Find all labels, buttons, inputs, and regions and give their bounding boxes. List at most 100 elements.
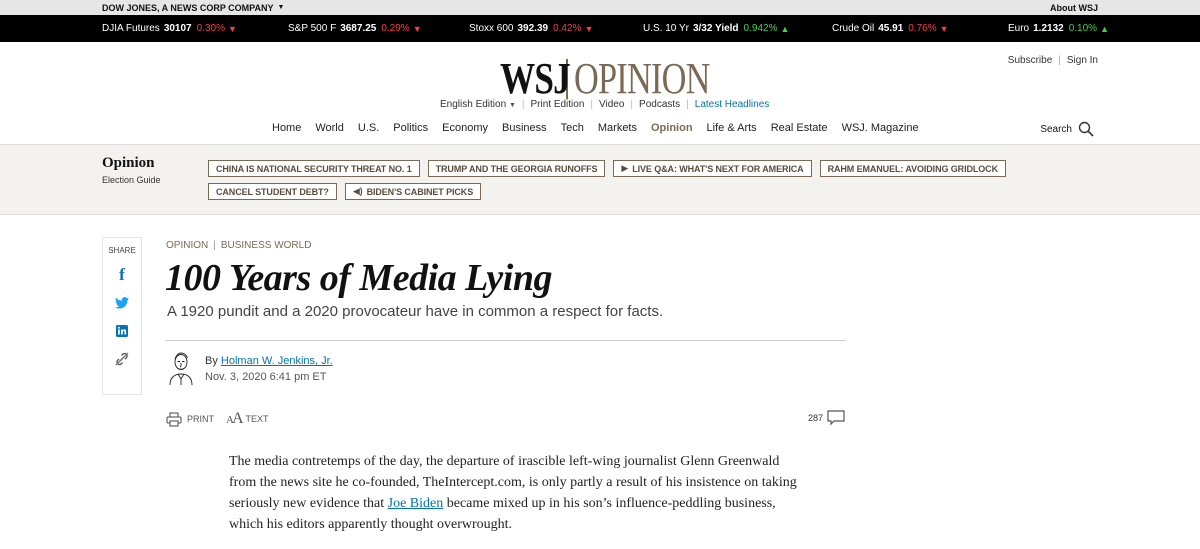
- sign-in-link[interactable]: Sign In: [1067, 55, 1098, 66]
- pill-label: BIDEN'S CABINET PICKS: [366, 186, 474, 197]
- arrow-down-icon: ▼: [227, 23, 237, 34]
- about-wsj-link[interactable]: About WSJ: [1050, 3, 1098, 13]
- topic-pill[interactable]: ◀) BIDEN'S CABINET PICKS: [344, 183, 482, 200]
- dow-jones-menu[interactable]: DOW JONES, A NEWS CORP COMPANY ▼: [102, 3, 284, 13]
- nav-item-economy[interactable]: Economy: [442, 122, 488, 134]
- text-label: TEXT: [245, 414, 269, 424]
- search-icon: [1078, 121, 1094, 137]
- topic-pill[interactable]: ▶ LIVE Q&A: WHAT'S NEXT FOR AMERICA: [613, 160, 812, 177]
- nav-item-business[interactable]: Business: [502, 122, 547, 134]
- publish-date: Nov. 3, 2020 6:41 pm ET: [205, 371, 327, 383]
- nav-item-home[interactable]: Home: [272, 122, 301, 134]
- divider: |: [630, 99, 634, 110]
- dow-jones-label: DOW JONES, A NEWS CORP COMPANY: [102, 2, 274, 13]
- ticker-name: Stoxx 600: [469, 23, 514, 34]
- ticker-value: 3/32 Yield: [692, 23, 739, 34]
- play-icon: ▶: [621, 163, 629, 173]
- search-label: Search: [1040, 123, 1072, 135]
- edition-label: English Edition: [440, 99, 507, 110]
- edition-selector[interactable]: English Edition ▼: [440, 99, 516, 110]
- headline: 100 Years of Media Lying: [165, 257, 552, 299]
- pill-label: RAHM EMANUEL: AVOIDING GRIDLOCK: [827, 163, 999, 174]
- divider: |: [213, 240, 216, 251]
- divider: |: [686, 99, 689, 110]
- twitter-icon[interactable]: [114, 295, 130, 311]
- video-link[interactable]: Video: [599, 99, 624, 110]
- ticker-value: 45.91: [878, 23, 904, 34]
- ticker-name: DJIA Futures: [102, 23, 160, 34]
- link-icon[interactable]: [114, 351, 130, 367]
- byline-prefix: By: [205, 355, 218, 367]
- ticker-value: 1.2132: [1033, 23, 1064, 34]
- crumb-business-world[interactable]: BUSINESS WORLD: [221, 240, 312, 251]
- wsj-opinion-logo[interactable]: WSJ OPINION: [500, 53, 748, 104]
- nav-item-world[interactable]: World: [315, 122, 344, 134]
- arrow-down-icon: ▼: [584, 23, 594, 34]
- ticker-change: 0.942%: [743, 23, 778, 34]
- facebook-icon[interactable]: f: [114, 265, 130, 284]
- pill-label: TRUMP AND THE GEORGIA RUNOFFS: [435, 163, 598, 174]
- ticker-item[interactable]: Stoxx 600 392.39 0.42% ▼: [469, 15, 593, 42]
- caret-down-icon: ▼: [277, 4, 285, 11]
- ticker-change: 0.29%: [381, 23, 410, 34]
- nav-item-tech[interactable]: Tech: [561, 122, 584, 134]
- ticker-item[interactable]: S&P 500 F 3687.25 0.29% ▼: [288, 15, 422, 42]
- top-strip: DOW JONES, A NEWS CORP COMPANY ▼ About W…: [0, 0, 1200, 15]
- comment-count: 287: [808, 413, 824, 423]
- ticker-value: 30107: [163, 23, 192, 34]
- topic-pill[interactable]: TRUMP AND THE GEORGIA RUNOFFS: [427, 160, 606, 177]
- main-nav: Home World U.S. Politics Economy Busines…: [272, 122, 933, 134]
- ticker-item[interactable]: U.S. 10 Yr 3/32 Yield 0.942% ▲: [643, 15, 789, 42]
- divider: [166, 340, 846, 341]
- share-label: SHARE: [108, 246, 136, 255]
- podcasts-link[interactable]: Podcasts: [639, 99, 680, 110]
- author-avatar[interactable]: [167, 351, 195, 385]
- subscribe-link[interactable]: Subscribe: [1008, 55, 1052, 66]
- author-link[interactable]: Holman W. Jenkins, Jr.: [221, 355, 333, 367]
- crumb-opinion[interactable]: OPINION: [166, 240, 208, 251]
- caret-down-icon: ▼: [508, 102, 516, 109]
- share-rail: SHARE f: [102, 237, 142, 395]
- ticker-item[interactable]: DJIA Futures 30107 0.30% ▼: [102, 15, 237, 42]
- nav-item-politics[interactable]: Politics: [393, 122, 428, 134]
- search-button[interactable]: Search: [1040, 121, 1094, 137]
- printer-icon: [166, 411, 182, 427]
- nav-item-wsj-magazine[interactable]: WSJ. Magazine: [842, 122, 919, 134]
- breadcrumb: OPINION | BUSINESS WORLD: [166, 240, 311, 251]
- topic-pills: CHINA IS NATIONAL SECURITY THREAT NO. 1 …: [208, 160, 1098, 200]
- nav-item-opinion[interactable]: Opinion: [651, 122, 693, 134]
- joe-biden-link[interactable]: Joe Biden: [388, 496, 444, 511]
- byline: By Holman W. Jenkins, Jr.: [205, 355, 333, 367]
- pill-label: LIVE Q&A: WHAT'S NEXT FOR AMERICA: [632, 163, 804, 174]
- arrow-up-icon: ▲: [780, 23, 790, 34]
- topic-pill[interactable]: CHINA IS NATIONAL SECURITY THREAT NO. 1: [208, 160, 420, 177]
- topic-pill[interactable]: RAHM EMANUEL: AVOIDING GRIDLOCK: [819, 160, 1006, 177]
- wsj-logo-text: WSJ: [500, 54, 571, 103]
- section-subtitle[interactable]: Election Guide: [102, 175, 161, 185]
- ticker-name: U.S. 10 Yr: [643, 23, 689, 34]
- ticker-change: 0.42%: [553, 23, 582, 34]
- ticker-change: 0.76%: [908, 23, 937, 34]
- print-label: PRINT: [187, 414, 214, 424]
- divider: |: [1058, 55, 1061, 66]
- nav-item-real-estate[interactable]: Real Estate: [771, 122, 828, 134]
- edition-bar: English Edition ▼ | Print Edition | Vide…: [440, 99, 769, 110]
- ticker-item[interactable]: Euro 1.2132 0.10% ▲: [1008, 15, 1109, 42]
- print-button[interactable]: PRINT: [166, 411, 214, 427]
- nav-item-markets[interactable]: Markets: [598, 122, 637, 134]
- article-body: The media contretemps of the day, the de…: [229, 451, 799, 535]
- ticker-item[interactable]: Crude Oil 45.91 0.76% ▼: [832, 15, 949, 42]
- opinion-logo-text: OPINION: [574, 54, 710, 103]
- print-edition-link[interactable]: Print Edition: [530, 99, 584, 110]
- text-size-icon: AA: [226, 410, 243, 427]
- ticker-change: 0.30%: [196, 23, 225, 34]
- comments-button[interactable]: 287: [808, 410, 845, 426]
- linkedin-icon[interactable]: [114, 323, 130, 339]
- latest-headlines-link[interactable]: Latest Headlines: [695, 99, 770, 110]
- nav-item-life-arts[interactable]: Life & Arts: [707, 122, 757, 134]
- text-size-button[interactable]: AA TEXT: [226, 410, 269, 428]
- nav-item-us[interactable]: U.S.: [358, 122, 379, 134]
- topic-pill[interactable]: CANCEL STUDENT DEBT?: [208, 183, 337, 200]
- account-links: Subscribe | Sign In: [1008, 55, 1098, 66]
- section-title[interactable]: Opinion: [102, 155, 155, 172]
